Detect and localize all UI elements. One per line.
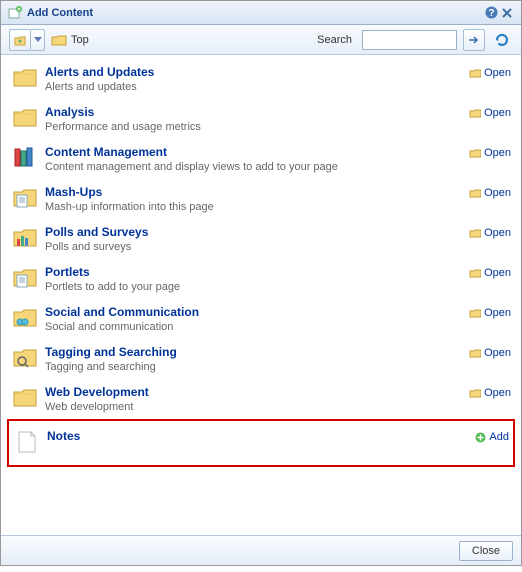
action-label: Open xyxy=(484,67,511,79)
item-title-link[interactable]: Mash-Ups xyxy=(45,185,469,199)
folder-icon xyxy=(51,33,67,47)
content-list: Alerts and Updates Alerts and updates Open… xyxy=(1,55,521,535)
item-body: Notes xyxy=(41,429,474,457)
folder-open-icon xyxy=(469,347,481,359)
search-go-button[interactable] xyxy=(463,29,485,51)
item-body: Mash-Ups Mash-up information into this pa… xyxy=(39,185,469,213)
item-body: Tagging and Searching Tagging and searchi… xyxy=(39,345,469,373)
open-button[interactable]: Open xyxy=(469,265,511,293)
open-button[interactable]: Open xyxy=(469,345,511,373)
add-button[interactable]: Add xyxy=(474,429,509,457)
folder-open-icon xyxy=(469,187,481,199)
item-title-link[interactable]: Alerts and Updates xyxy=(45,65,469,79)
folder-open-icon xyxy=(469,227,481,239)
action-label: Open xyxy=(484,227,511,239)
item-title-link[interactable]: Portlets xyxy=(45,265,469,279)
open-button[interactable]: Open xyxy=(469,385,511,413)
item-description: Content management and display views to … xyxy=(45,161,469,173)
action-label: Open xyxy=(484,347,511,359)
open-button[interactable]: Open xyxy=(469,145,511,173)
action-label: Open xyxy=(484,307,511,319)
item-description: Alerts and updates xyxy=(45,81,469,93)
nav-up-button[interactable] xyxy=(9,29,31,51)
chart-icon xyxy=(11,225,39,253)
folder-icon xyxy=(11,105,39,133)
item-description: Performance and usage metrics xyxy=(45,121,469,133)
folder-open-icon xyxy=(469,267,481,279)
folder-icon xyxy=(11,385,39,413)
item-body: Content Management Content management and… xyxy=(39,145,469,173)
action-label: Open xyxy=(484,267,511,279)
nav-dropdown[interactable] xyxy=(31,29,45,51)
catalog-item: Content Management Content management and… xyxy=(7,139,515,179)
catalog-item-highlighted: Notes Add xyxy=(7,419,515,467)
help-icon[interactable]: ? xyxy=(483,5,499,21)
breadcrumb-label: Top xyxy=(71,34,89,46)
footer: Close xyxy=(1,535,521,565)
add-content-icon xyxy=(7,5,23,21)
search-label: Search xyxy=(317,34,352,46)
item-title-link[interactable]: Web Development xyxy=(45,385,469,399)
page-icon xyxy=(13,429,41,457)
action-label: Open xyxy=(484,147,511,159)
folder-doc-icon xyxy=(11,265,39,293)
item-description: Portlets to add to your page xyxy=(45,281,469,293)
folder-icon xyxy=(11,65,39,93)
action-label: Open xyxy=(484,187,511,199)
folder-people-icon xyxy=(11,305,39,333)
folder-open-icon xyxy=(469,387,481,399)
books-icon xyxy=(11,145,39,173)
catalog-item: Tagging and Searching Tagging and searchi… xyxy=(7,339,515,379)
catalog-item: Analysis Performance and usage metrics Ope… xyxy=(7,99,515,139)
folder-open-icon xyxy=(469,147,481,159)
action-label: Open xyxy=(484,387,511,399)
catalog-item: Social and Communication Social and commu… xyxy=(7,299,515,339)
folder-doc-icon xyxy=(11,185,39,213)
item-body: Social and Communication Social and commu… xyxy=(39,305,469,333)
add-content-dialog: Add Content ? Top Search Alerts and Upda… xyxy=(0,0,522,566)
plus-icon xyxy=(474,431,486,443)
item-title-link[interactable]: Social and Communication xyxy=(45,305,469,319)
item-body: Portlets Portlets to add to your page xyxy=(39,265,469,293)
item-title-link[interactable]: Tagging and Searching xyxy=(45,345,469,359)
open-button[interactable]: Open xyxy=(469,225,511,253)
catalog-item: Web Development Web development Open xyxy=(7,379,515,419)
item-description: Mash-up information into this page xyxy=(45,201,469,213)
open-button[interactable]: Open xyxy=(469,65,511,93)
open-button[interactable]: Open xyxy=(469,105,511,133)
item-description: Web development xyxy=(45,401,469,413)
item-body: Analysis Performance and usage metrics xyxy=(39,105,469,133)
item-body: Alerts and Updates Alerts and updates xyxy=(39,65,469,93)
item-title-link[interactable]: Polls and Surveys xyxy=(45,225,469,239)
item-description: Social and communication xyxy=(45,321,469,333)
folder-open-icon xyxy=(469,67,481,79)
search-input[interactable] xyxy=(362,30,457,50)
svg-text:?: ? xyxy=(488,8,494,19)
catalog-item: Polls and Surveys Polls and surveys Open xyxy=(7,219,515,259)
toolbar: Top Search xyxy=(1,25,521,55)
breadcrumb[interactable]: Top xyxy=(51,33,89,47)
folder-search-icon xyxy=(11,345,39,373)
item-title-link[interactable]: Content Management xyxy=(45,145,469,159)
item-description: Tagging and searching xyxy=(45,361,469,373)
catalog-item: Alerts and Updates Alerts and updates Open xyxy=(7,59,515,99)
close-button[interactable]: Close xyxy=(459,541,513,561)
close-icon[interactable] xyxy=(499,5,515,21)
dialog-title: Add Content xyxy=(27,7,93,19)
open-button[interactable]: Open xyxy=(469,305,511,333)
catalog-item: Mash-Ups Mash-up information into this pa… xyxy=(7,179,515,219)
action-label: Open xyxy=(484,107,511,119)
action-label: Add xyxy=(489,431,509,443)
item-body: Web Development Web development xyxy=(39,385,469,413)
catalog-item: Portlets Portlets to add to your page Open xyxy=(7,259,515,299)
folder-open-icon xyxy=(469,107,481,119)
titlebar: Add Content ? xyxy=(1,1,521,25)
item-title-link[interactable]: Analysis xyxy=(45,105,469,119)
refresh-button[interactable] xyxy=(491,29,513,51)
item-description: Polls and surveys xyxy=(45,241,469,253)
item-title-link[interactable]: Notes xyxy=(47,429,474,443)
folder-open-icon xyxy=(469,307,481,319)
item-body: Polls and Surveys Polls and surveys xyxy=(39,225,469,253)
open-button[interactable]: Open xyxy=(469,185,511,213)
